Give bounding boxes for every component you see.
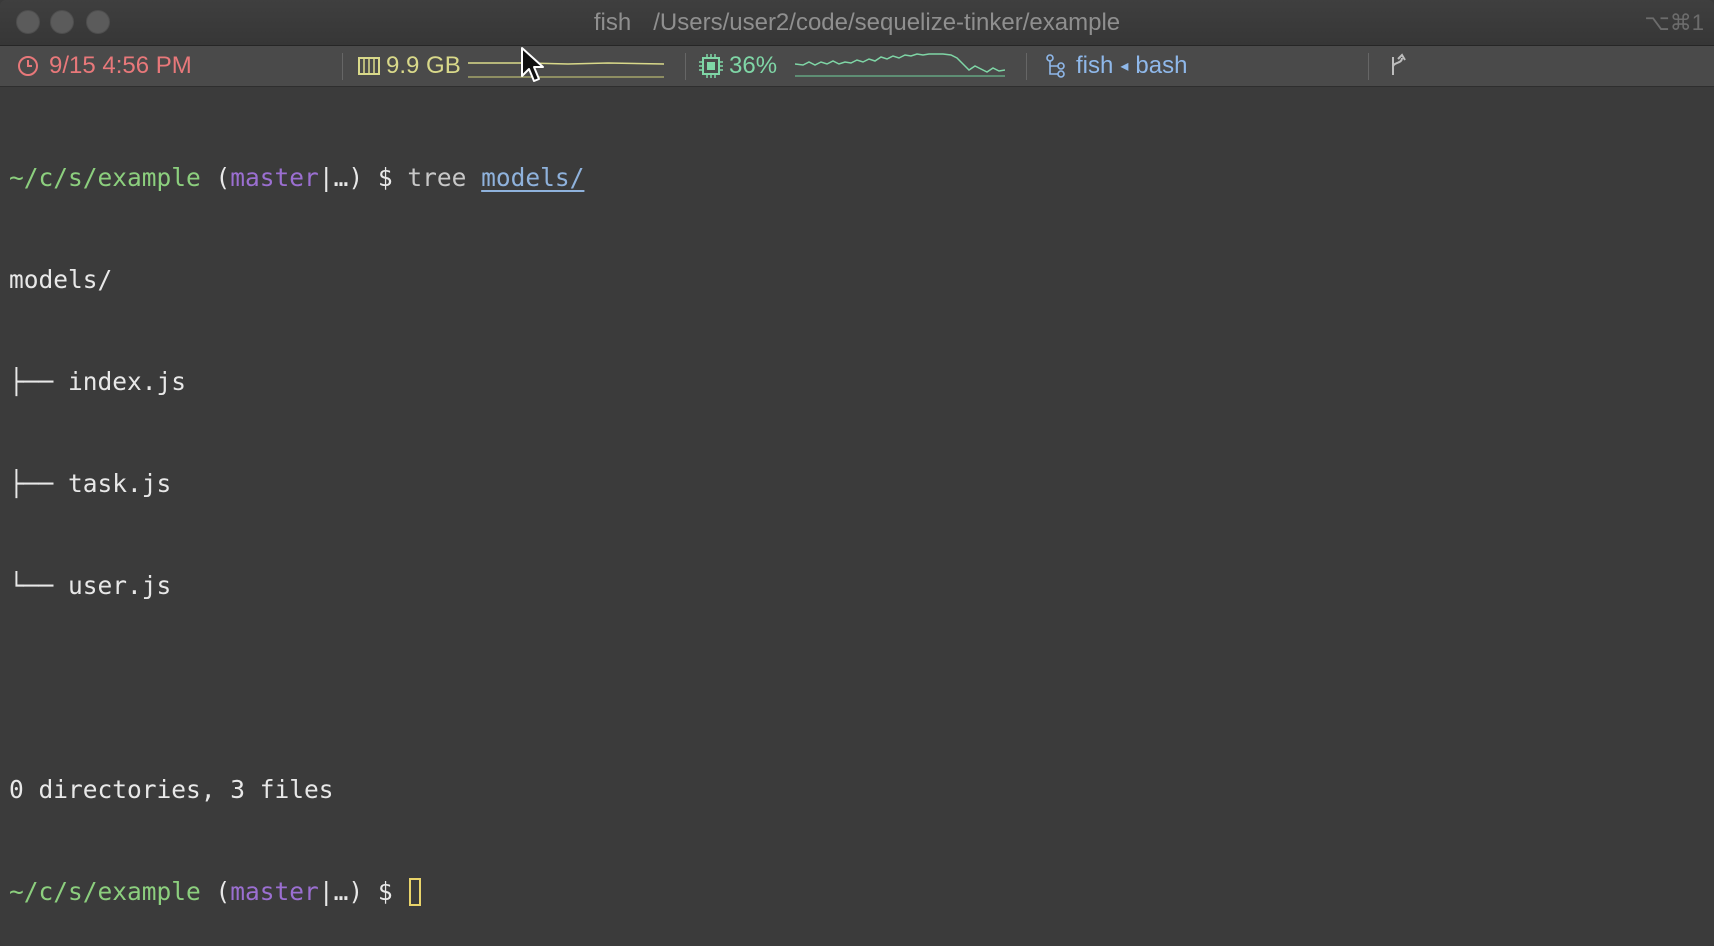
mouse-pointer-icon (521, 47, 544, 82)
prompt-branch: master (230, 163, 319, 192)
cpu-icon (699, 54, 723, 78)
tree-file-name: index.js (68, 367, 187, 396)
text-cursor[interactable] (409, 878, 422, 906)
prompt-status: |…) (318, 163, 364, 192)
status-divider (342, 53, 343, 80)
status-divider (1368, 53, 1369, 80)
status-divider (1026, 53, 1027, 80)
jobs-parent: bash (1135, 52, 1188, 79)
tree-item: └── user.js (9, 569, 1714, 603)
status-bar: 9/15 4:56 PM 9.9 GB 36% fish ◂ bash (0, 46, 1714, 87)
terminal-window: fish/Users/user2/code/sequelize-tinker/e… (0, 0, 1714, 946)
tree-file-name: task.js (68, 469, 172, 498)
cpu-sparkline (795, 53, 1006, 77)
status-cpu[interactable]: 36% (698, 46, 1006, 86)
title-bar: fish/Users/user2/code/sequelize-tinker/e… (0, 0, 1714, 46)
prompt-path: ~/c/s/example (9, 163, 201, 192)
clock-icon (18, 56, 38, 76)
title-shell: fish (593, 9, 632, 36)
window-title: fish/Users/user2/code/sequelize-tinker/e… (0, 9, 1714, 37)
tree-branch: └── (9, 571, 69, 600)
title-path: /Users/user2/code/sequelize-tinker/examp… (653, 9, 1121, 36)
memory-chip-icon (358, 57, 380, 75)
memory-text: 9.9 GB (386, 52, 461, 79)
status-divider (685, 53, 686, 80)
tree-file-name: user.js (68, 571, 172, 600)
process-tree-icon (1046, 54, 1065, 78)
prompt-open: ( (215, 163, 231, 192)
jobs-separator: ◂ (1120, 58, 1129, 75)
status-memory[interactable]: 9.9 GB (357, 46, 664, 86)
clock-text: 9/15 4:56 PM (49, 52, 192, 79)
status-git[interactable] (1388, 46, 1408, 86)
jobs-current: fish (1076, 52, 1114, 79)
tree-branch: ├── (9, 367, 69, 396)
prompt-symbol: $ (377, 877, 393, 906)
tree-summary: 0 directories, 3 files (9, 775, 334, 804)
tree-item: ├── task.js (9, 467, 1714, 501)
tree-branch: ├── (9, 469, 69, 498)
command-name: tree (407, 163, 467, 192)
tree-root: models/ (9, 265, 113, 294)
prompt-path: ~/c/s/example (9, 877, 201, 906)
terminal-output[interactable]: ~/c/s/example (master|…) $ tree models/ … (9, 93, 1714, 946)
memory-sparkline (467, 62, 664, 78)
prompt-line: ~/c/s/example (master|…) $ tree models/ (9, 161, 1714, 195)
status-jobs[interactable]: fish ◂ bash (1045, 46, 1187, 86)
cpu-text: 36% (729, 52, 778, 79)
tree-item: ├── index.js (9, 365, 1714, 399)
tab-shortcut: ⌥⌘1 (1644, 10, 1704, 35)
prompt-branch: master (230, 877, 319, 906)
prompt-line: ~/c/s/example (master|…) $ (9, 875, 1714, 909)
status-clock[interactable]: 9/15 4:56 PM (16, 46, 192, 86)
prompt-status: |…) (318, 877, 364, 906)
prompt-symbol: $ (377, 163, 393, 192)
prompt-open: ( (215, 877, 231, 906)
git-branch-icon (1392, 53, 1406, 75)
command-argument: models/ (481, 163, 585, 192)
